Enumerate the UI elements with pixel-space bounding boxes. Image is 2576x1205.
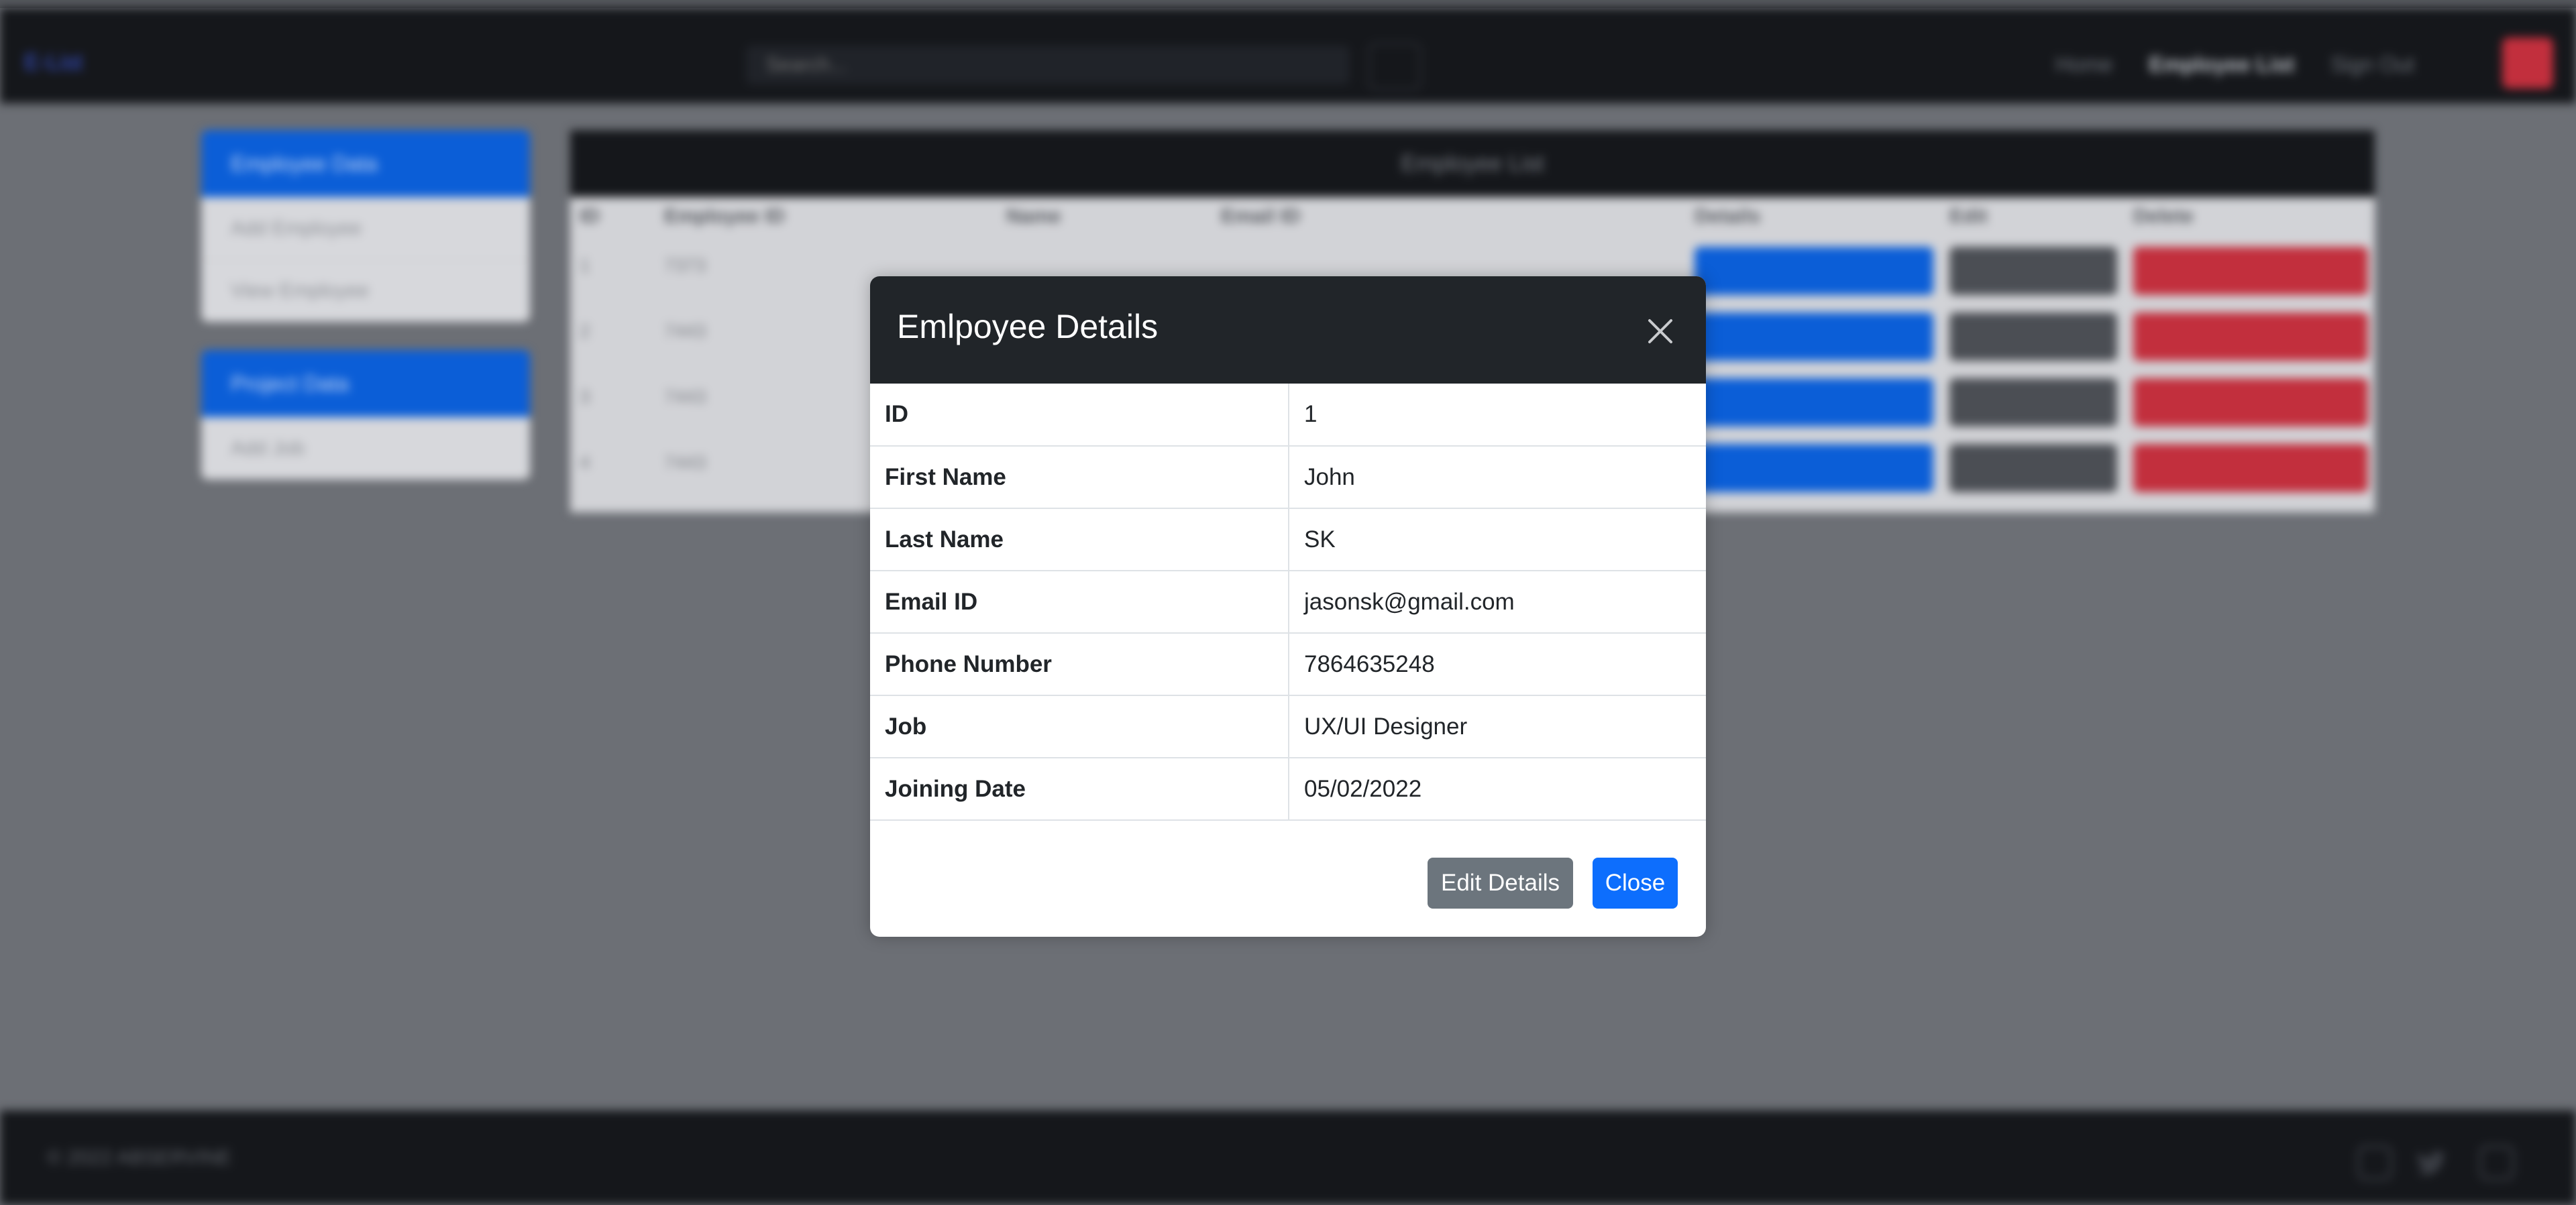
details-button[interactable]	[1695, 247, 1933, 295]
delete-button[interactable]	[2133, 312, 2368, 361]
edit-details-button[interactable]: Edit Details	[1428, 858, 1573, 909]
edit-button[interactable]	[1949, 444, 2117, 492]
copyright-text: © 2022 ABSERVINE	[47, 1147, 232, 1169]
row-employee-id: 7443	[664, 321, 706, 341]
field-label: Job	[870, 695, 1289, 758]
field-label: ID	[870, 384, 1289, 447]
modal-title: Emlpoyee Details	[897, 308, 1159, 345]
nav-link-sign-out[interactable]: Sign Out	[2330, 52, 2414, 77]
edit-button[interactable]	[1949, 378, 2117, 426]
field-label: Joining Date	[870, 758, 1289, 821]
field-value: 1	[1289, 384, 1706, 447]
row-employee-id: 7373	[664, 255, 706, 276]
employee-list-title: Employee List	[570, 130, 2375, 197]
field-value: John	[1289, 446, 1706, 509]
nav-links: Home Employee List Sign Out	[2055, 52, 2414, 77]
employee-details-modal: Emlpoyee Details ID 1 First Name John La…	[870, 276, 1706, 937]
row-id: 2	[580, 321, 590, 341]
navbar: E-List Home Employee List Sign Out	[0, 8, 2576, 103]
field-label: Phone Number	[870, 633, 1289, 696]
table-row: Joining Date 05/02/2022	[870, 758, 1706, 821]
sidebar-group-title: Project Data	[201, 350, 530, 417]
details-button[interactable]	[1695, 312, 1933, 361]
nav-link-employee-list[interactable]: Employee List	[2149, 52, 2294, 77]
table-row: Email ID jasonsk@gmail.com	[870, 571, 1706, 634]
delete-button[interactable]	[2133, 247, 2368, 295]
table-row: First Name John	[870, 446, 1706, 509]
sidebar-group-title: Employee Data	[201, 130, 530, 197]
instagram-icon[interactable]	[2479, 1145, 2514, 1180]
search-box	[746, 46, 1350, 84]
field-value: 7864635248	[1289, 633, 1706, 696]
user-avatar[interactable]	[2502, 38, 2553, 89]
close-button[interactable]: Close	[1593, 858, 1678, 909]
employee-details-table: ID 1 First Name John Last Name SK Email …	[870, 384, 1706, 821]
column-header: Edit	[1949, 205, 1988, 227]
nav-link-home[interactable]: Home	[2055, 52, 2112, 77]
field-value: 05/02/2022	[1289, 758, 1706, 821]
edit-button[interactable]	[1949, 312, 2117, 361]
field-label: Email ID	[870, 571, 1289, 634]
sidebar-employee-group: Employee Data Add Employee View Employee	[201, 130, 530, 322]
column-header: Email ID	[1221, 205, 1301, 227]
delete-button[interactable]	[2133, 378, 2368, 426]
field-label: Last Name	[870, 508, 1289, 571]
field-value: SK	[1289, 508, 1706, 571]
row-employee-id: 7443	[664, 452, 706, 473]
modal-header: Emlpoyee Details	[870, 276, 1706, 384]
table-row: Last Name SK	[870, 508, 1706, 571]
column-header: Employee ID	[664, 205, 786, 227]
github-icon[interactable]	[2357, 1145, 2392, 1180]
sidebar-project-group: Project Data Add Job	[201, 350, 530, 479]
row-id: 4	[580, 452, 590, 473]
sidebar-item-add-job[interactable]: Add Job	[201, 417, 530, 479]
footer: © 2022 ABSERVINE	[0, 1110, 2576, 1205]
table-row: Job UX/UI Designer	[870, 695, 1706, 758]
column-header: Details	[1695, 205, 1761, 227]
close-icon[interactable]	[1640, 311, 1680, 351]
employee-table-header: ID Employee ID Name Email ID Details Edi…	[570, 197, 2375, 233]
twitter-icon[interactable]	[2414, 1145, 2449, 1180]
sidebar-item-add-employee[interactable]: Add Employee	[201, 197, 530, 260]
row-employee-id: 7443	[664, 386, 706, 407]
row-id: 3	[580, 386, 590, 407]
details-button[interactable]	[1695, 444, 1933, 492]
details-button[interactable]	[1695, 378, 1933, 426]
field-value: UX/UI Designer	[1289, 695, 1706, 758]
search-input[interactable]	[746, 46, 1350, 84]
column-header: Delete	[2133, 205, 2194, 227]
search-button[interactable]	[1368, 43, 1421, 90]
sidebar-item-view-employee[interactable]: View Employee	[201, 260, 530, 322]
table-row: ID 1	[870, 384, 1706, 447]
field-value: jasonsk@gmail.com	[1289, 571, 1706, 634]
field-label: First Name	[870, 446, 1289, 509]
brand-logo[interactable]: E-List	[24, 50, 105, 79]
edit-button[interactable]	[1949, 247, 2117, 295]
delete-button[interactable]	[2133, 444, 2368, 492]
column-header: ID	[580, 205, 600, 227]
row-id: 1	[580, 255, 590, 276]
column-header: Name	[1006, 205, 1061, 227]
table-row: Phone Number 7864635248	[870, 633, 1706, 696]
